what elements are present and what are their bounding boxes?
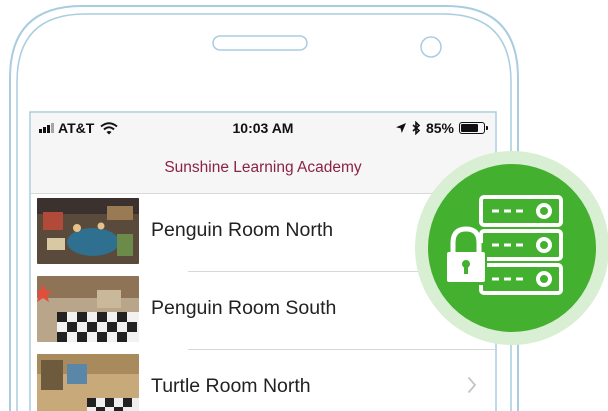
battery-level-fill [461,124,478,132]
secure-server-lock-icon [415,151,608,345]
battery-percent: 85% [425,120,454,136]
chevron-right-icon [467,376,477,394]
bluetooth-icon [412,121,421,135]
list-item-turtle-room-north[interactable]: Turtle Room North [31,350,495,411]
room-camera-thumbnail [37,354,139,411]
room-name: Penguin Room South [151,297,337,319]
room-name: Turtle Room North [151,375,311,397]
status-bar: AT&T 10:03 AM 85% [31,113,495,143]
battery-icon [459,122,488,134]
room-name: Penguin Room North [151,219,334,241]
status-right: 85% [395,120,488,136]
front-camera [420,36,442,58]
room-camera-thumbnail [37,198,139,264]
room-camera-thumbnail [37,276,139,342]
location-arrow-icon [395,123,406,133]
speaker-grille [212,35,308,51]
